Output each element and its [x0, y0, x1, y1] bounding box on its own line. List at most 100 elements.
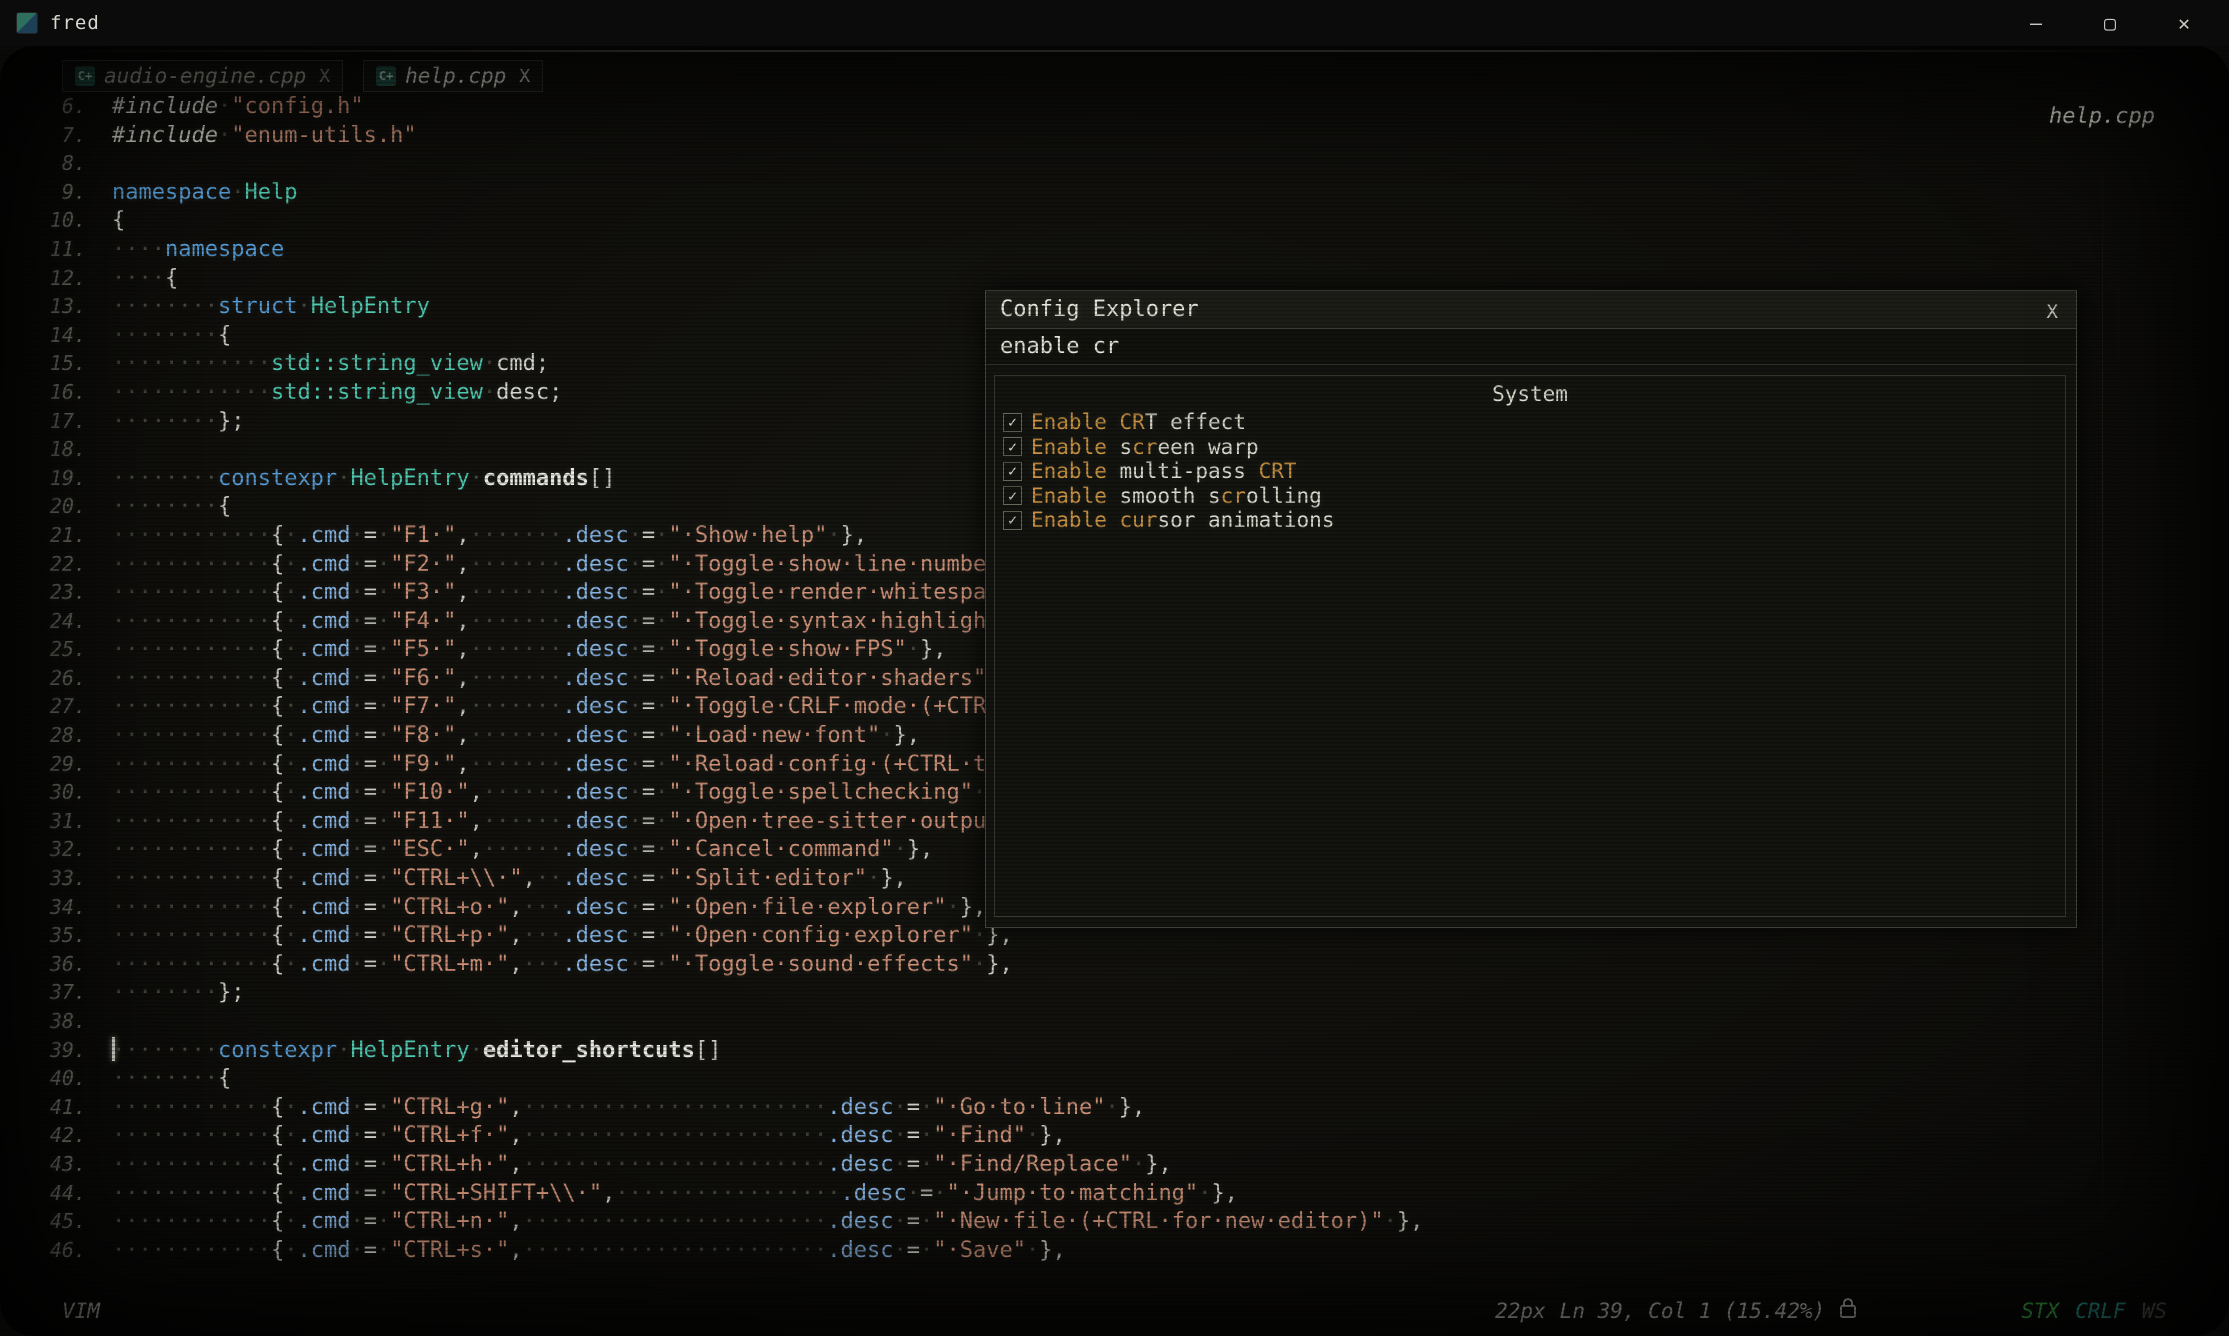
line-content: #include·"config.h" — [112, 94, 364, 119]
tab-label: help.cpp — [405, 64, 506, 88]
config-option[interactable]: ✓ Enable multi-pass CRT — [995, 459, 2065, 484]
tab-label: audio-engine.cpp — [104, 64, 306, 88]
config-option-label: Enable multi-pass CRT — [1031, 459, 1297, 483]
code-line: 46.············{·.cmd·=·"CTRL+s·",······… — [26, 1236, 2229, 1265]
checkbox-checked-icon[interactable]: ✓ — [1003, 437, 1022, 456]
tab-help.cpp[interactable]: C+ help.cpp X — [363, 60, 543, 92]
code-line: 44.············{·.cmd·=·"CTRL+SHIFT+\\·"… — [26, 1179, 2229, 1208]
checkbox-checked-icon[interactable]: ✓ — [1003, 486, 1022, 505]
config-search-input[interactable]: enable cr — [1000, 334, 1119, 359]
cpp-file-icon: C+ — [376, 66, 396, 86]
line-number: 21. — [26, 521, 86, 550]
line-number: 34. — [26, 893, 86, 922]
code-line: 36. ············{·.cmd·=·"CTRL+m·",···.de… — [26, 950, 2229, 979]
code-line: 9.namespace·Help — [26, 178, 2229, 207]
line-content: ············{·.cmd·=·"F1·",·······.desc·… — [112, 523, 867, 548]
close-button[interactable]: ✕ — [2147, 1, 2221, 45]
line-content: #include·"enum-utils.h" — [112, 123, 417, 148]
code-line: 8. — [26, 149, 2229, 178]
tab-bar: C+ audio-engine.cpp X C+ help.cpp X — [62, 60, 543, 92]
line-content: ············{·.cmd·=·"F8·",·······.desc·… — [112, 723, 920, 748]
line-number: 23. — [26, 578, 86, 607]
checkbox-checked-icon[interactable]: ✓ — [1003, 413, 1022, 432]
line-number: 10. — [26, 206, 86, 235]
editor-screen: C+audio-engine.cppXC+help.cppX help.cpp … — [0, 46, 2229, 1336]
line-content: ············{·.cmd·=·"CTRL+o·",···.desc·… — [112, 895, 986, 920]
line-content: ············{·.cmd·=·"F2·",·······.desc·… — [112, 552, 1066, 577]
line-content: ············{·.cmd·=·"F11·",······.desc·… — [112, 809, 1053, 834]
config-explorer-title: Config Explorer — [1000, 297, 1199, 322]
line-content: ············{·.cmd·=·"CTRL+n·",·········… — [112, 1209, 1423, 1234]
mode-indicator: VIM — [62, 1299, 100, 1323]
code-line: 38. — [26, 1007, 2229, 1036]
code-line: 10. { — [26, 206, 2229, 235]
line-content: ········struct·HelpEntry — [112, 294, 430, 319]
line-number: 35. — [26, 921, 86, 950]
line-number: 37. — [26, 978, 86, 1007]
checkbox-checked-icon[interactable]: ✓ — [1003, 511, 1022, 530]
cpp-file-icon: C+ — [75, 66, 95, 86]
line-content: ············{·.cmd·=·"CTRL+s·",·········… — [112, 1238, 1066, 1263]
line-number: 12. — [26, 264, 86, 293]
line-number: 39. — [26, 1036, 86, 1065]
code-line: 45.············{·.cmd·=·"CTRL+n·",······… — [26, 1207, 2229, 1236]
line-content: ············{·.cmd·=·"CTRL+m·",···.desc·… — [112, 952, 1013, 977]
status-right: 22px Ln 39, Col 1 (15.42%) STX CRLF WS — [1495, 1297, 2167, 1324]
line-content: ············{·.cmd·=·"F4·",·······.desc·… — [112, 609, 1092, 634]
line-content: ············{·.cmd·=·"F6·",·······.desc·… — [112, 666, 1026, 691]
line-content: { — [112, 208, 125, 233]
line-content: ········}; — [112, 980, 244, 1005]
config-option[interactable]: ✓ Enable CRT effect — [995, 410, 2065, 435]
line-content: ········constexpr·HelpEntry·editor_short… — [112, 1038, 721, 1063]
line-content: ········{ — [112, 494, 231, 519]
minimize-button[interactable]: – — [1999, 1, 2073, 45]
maximize-button[interactable]: ▢ — [2073, 1, 2147, 45]
code-line: 42.············{·.cmd·=·"CTRL+f·",······… — [26, 1121, 2229, 1150]
cursor-position-indicator: Ln 39, Col 1 (15.42%) — [1560, 1299, 1826, 1323]
line-number: 29. — [26, 750, 86, 779]
crt-edge-highlight — [60, 50, 2169, 52]
line-content: ············std::string_view·cmd; — [112, 351, 549, 376]
config-option[interactable]: ✓Enable screen warp — [995, 435, 2065, 460]
line-number: 33. — [26, 864, 86, 893]
code-line: 39. ········constexpr·HelpEntry·editor_sh… — [26, 1036, 2229, 1065]
line-content: ············{·.cmd·=·"ESC·",······.desc·… — [112, 837, 933, 862]
status-flags: STX CRLF WS — [2021, 1299, 2167, 1323]
line-number: 19. — [26, 464, 86, 493]
config-option[interactable]: ✓Enable smooth scrolling — [995, 484, 2065, 509]
line-content: ············std::string_view·desc; — [112, 380, 562, 405]
line-number: 24. — [26, 607, 86, 636]
code-line: 37. ········}; — [26, 978, 2229, 1007]
line-number: 16. — [26, 378, 86, 407]
line-number: 31. — [26, 807, 86, 836]
line-number: 25. — [26, 635, 86, 664]
line-number: 26. — [26, 664, 86, 693]
line-number: 27. — [26, 692, 86, 721]
line-content: ············{·.cmd·=·"F5·",·······.desc·… — [112, 637, 947, 662]
font-size-indicator: 22px — [1495, 1299, 1546, 1323]
tab-close-icon[interactable]: X — [519, 66, 530, 87]
code-line: 12.····{ — [26, 264, 2229, 293]
config-explorer-window: Config Explorer X enable cr System ✓Enab… — [985, 290, 2077, 928]
config-option-label: Enable CRT effect — [1031, 410, 1246, 434]
code-line: 43.············{·.cmd·=·"CTRL+h·",······… — [26, 1150, 2229, 1179]
window-title: fred — [50, 12, 100, 34]
code-line: 40.········{ — [26, 1064, 2229, 1093]
config-explorer-close-icon[interactable]: X — [2047, 301, 2058, 323]
checkbox-checked-icon[interactable]: ✓ — [1003, 462, 1022, 481]
line-number: 32. — [26, 835, 86, 864]
config-search-row[interactable]: enable cr — [986, 329, 2076, 365]
line-number: 15. — [26, 349, 86, 378]
tab-close-icon[interactable]: X — [319, 66, 330, 87]
line-content: ············{·.cmd·=·"CTRL+g·",·········… — [112, 1095, 1145, 1120]
tab-audio-engine.cpp[interactable]: C+ audio-engine.cpp X — [62, 60, 343, 92]
line-number: 43. — [26, 1150, 86, 1179]
config-section-header: System — [995, 376, 2065, 410]
config-option[interactable]: ✓ Enable cursor animations — [995, 508, 2065, 533]
code-line: 41.············{·.cmd·=·"CTRL+g·",······… — [26, 1093, 2229, 1122]
config-option-label: Enable cursor animations — [1031, 508, 1334, 532]
line-content: ············{·.cmd·=·"CTRL+f·",·········… — [112, 1123, 1066, 1148]
code-line: 11.····namespace — [26, 235, 2229, 264]
line-number: 36. — [26, 950, 86, 979]
line-content: ············{·.cmd·=·"F3·",·······.desc·… — [112, 580, 1066, 605]
